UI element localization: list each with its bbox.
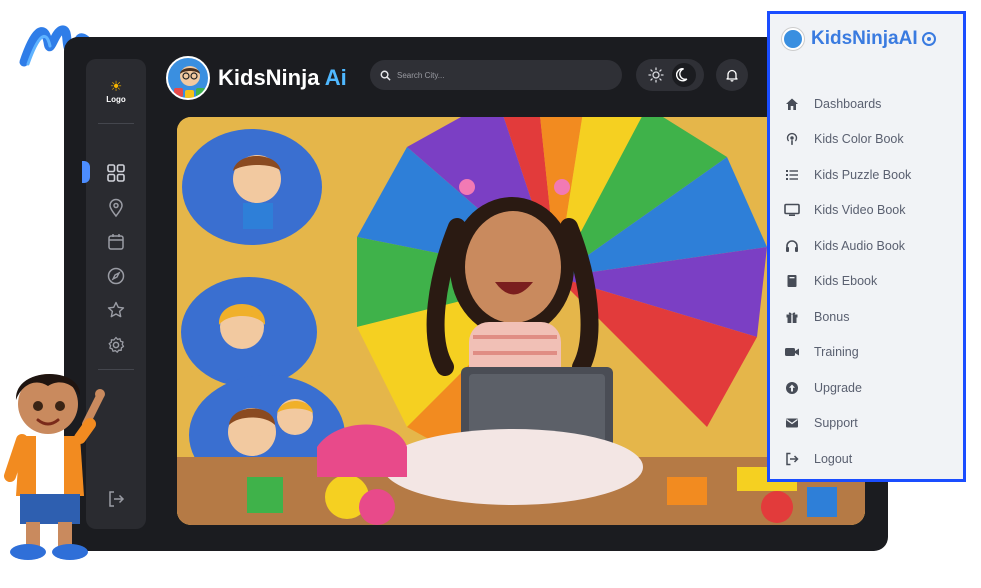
brand-primary: KidsNinja	[218, 65, 320, 90]
menu-item-kids-color-book[interactable]: Kids Color Book	[784, 122, 911, 158]
target-icon[interactable]	[921, 32, 936, 46]
rail-divider	[98, 123, 134, 124]
star-icon[interactable]	[106, 300, 126, 320]
menu-item-upgrade[interactable]: Upgrade	[784, 370, 911, 406]
home-icon	[786, 98, 798, 110]
menu-header: KidsNinjaAI	[782, 28, 936, 50]
menu-item-dashboards[interactable]: Dashboards	[784, 86, 911, 122]
navigation-menu: KidsNinjaAI Dashboards Kids Color Book K…	[767, 11, 966, 482]
app-window: ☀ Logo KidsNinja Ai Search City...	[64, 37, 888, 551]
dark-mode-button[interactable]	[672, 63, 696, 87]
active-indicator	[82, 161, 90, 183]
menu-item-logout[interactable]: Logout	[784, 441, 911, 477]
sun-icon	[648, 67, 664, 83]
menu-list: Dashboards Kids Color Book Kids Puzzle B…	[784, 86, 911, 477]
arrow-up-circle-icon	[786, 381, 798, 394]
brand-accent: Ai	[324, 65, 347, 90]
settings-icon[interactable]	[106, 335, 126, 355]
menu-item-support[interactable]: Support	[784, 406, 911, 442]
menu-item-label: Kids Puzzle Book	[814, 167, 912, 182]
sign-out-icon	[786, 452, 799, 465]
menu-item-training[interactable]: Training	[784, 335, 911, 371]
menu-item-label: Kids Video Book	[814, 203, 906, 218]
monitor-icon	[784, 203, 800, 217]
calendar-icon[interactable]	[106, 232, 126, 252]
gift-icon	[786, 312, 798, 323]
menu-item-label: Logout	[814, 451, 853, 466]
book-icon	[787, 275, 797, 288]
envelope-icon	[786, 418, 798, 428]
menu-title: KidsNinjaAI	[811, 28, 918, 49]
theme-toggle[interactable]	[636, 59, 704, 91]
menu-item-label: Training	[814, 345, 859, 360]
menu-item-label: Dashboards	[814, 96, 882, 111]
menu-item-label: Support	[814, 416, 858, 431]
search-bar[interactable]	[370, 60, 622, 90]
page: ☀ Logo KidsNinja Ai Search City... KidsN…	[0, 0, 981, 588]
brand-avatar	[166, 56, 210, 100]
search-icon	[380, 70, 391, 81]
girl-with-tablet-illustration	[177, 117, 865, 525]
moon-icon	[676, 68, 688, 82]
boy-character-illustration	[4, 373, 105, 560]
search-input[interactable]	[397, 70, 597, 80]
menu-item-kids-audio-book[interactable]: Kids Audio Book	[784, 228, 911, 264]
menu-item-kids-puzzle-book[interactable]: Kids Puzzle Book	[784, 157, 911, 193]
menu-item-label: Upgrade	[814, 380, 862, 395]
menu-item-label: Kids Color Book	[814, 132, 904, 147]
notifications-button[interactable]	[716, 59, 748, 91]
menu-item-bonus[interactable]: Bonus	[784, 299, 911, 335]
brand-name: KidsNinja Ai	[218, 65, 347, 91]
menu-item-label: Bonus	[814, 309, 850, 324]
brand-logo[interactable]: KidsNinja Ai	[166, 53, 347, 103]
hero-image	[177, 117, 865, 525]
menu-item-kids-ebook[interactable]: Kids Ebook	[784, 264, 911, 300]
bell-icon	[726, 69, 738, 82]
logo-label: Logo	[106, 95, 126, 104]
list-icon	[786, 169, 798, 180]
menu-avatar	[782, 28, 804, 50]
rail-logo[interactable]: ☀ Logo	[86, 79, 146, 104]
compass-icon[interactable]	[106, 266, 126, 286]
sun-logo-icon: ☀	[109, 78, 123, 94]
headphones-icon	[786, 240, 798, 252]
menu-item-label: Kids Ebook	[814, 274, 878, 289]
menu-item-kids-video-book[interactable]: Kids Video Book	[784, 193, 911, 229]
podcast-icon	[786, 133, 798, 146]
menu-item-label: Kids Audio Book	[814, 238, 906, 253]
video-camera-icon	[785, 348, 799, 357]
location-pin-icon[interactable]	[106, 198, 126, 218]
grid-icon[interactable]	[106, 163, 126, 183]
light-mode-button[interactable]	[644, 63, 668, 87]
